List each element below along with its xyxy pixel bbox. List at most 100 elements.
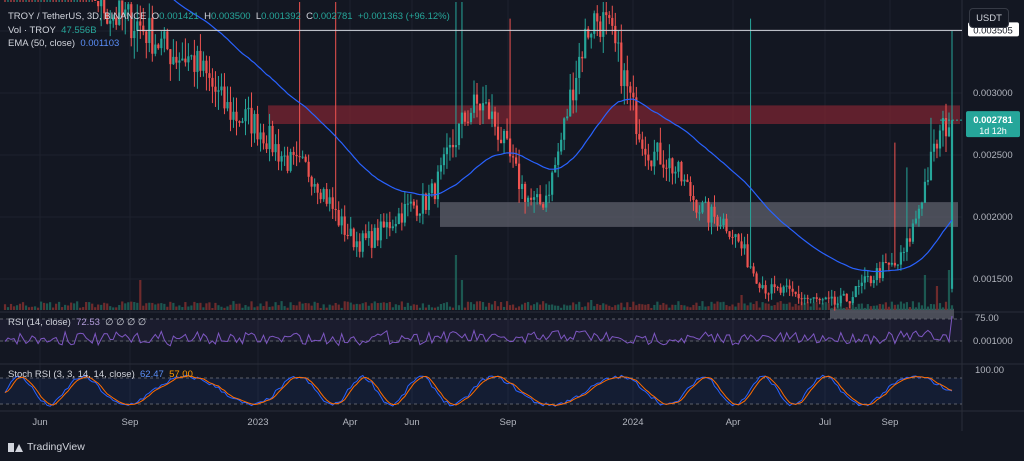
volume-bar — [611, 307, 614, 310]
candle-body — [382, 221, 385, 228]
candle-body — [469, 112, 473, 123]
volume-bar — [767, 303, 770, 310]
volume-bar — [779, 301, 782, 310]
candle-body — [737, 234, 740, 242]
volume-bar — [205, 303, 208, 310]
candle-body — [680, 161, 683, 182]
volume-bar — [749, 302, 752, 310]
volume-bar — [45, 303, 49, 310]
volume-bar — [502, 306, 506, 310]
candle-body — [322, 189, 325, 200]
candle-body — [523, 183, 527, 202]
volume-bar — [103, 302, 106, 310]
volume-bar — [581, 307, 584, 310]
candle-body — [376, 227, 379, 241]
candle-body — [433, 183, 437, 200]
candle-body — [196, 50, 199, 72]
candle-body — [728, 231, 731, 237]
candle-body — [253, 113, 256, 134]
volume-bar — [623, 307, 626, 310]
candle-body — [445, 147, 449, 155]
currency-button[interactable]: USDT — [969, 8, 1009, 28]
volume-bar — [367, 305, 370, 310]
candle-body — [893, 262, 896, 266]
candle-body — [551, 172, 554, 195]
candle-body — [746, 244, 749, 268]
candle-body — [542, 204, 545, 208]
time-axis: Jun Sep 2023 Apr Jun Sep 2024 Apr Jul Sep — [32, 417, 898, 428]
candle-body — [662, 164, 665, 168]
candle-body — [884, 262, 887, 264]
volume-bar — [932, 304, 936, 310]
candle-body — [166, 31, 169, 50]
candle-body — [181, 58, 184, 61]
volume-bar — [866, 304, 869, 310]
candle-body — [686, 179, 689, 182]
volume-bar — [238, 303, 241, 310]
volume-bar — [758, 307, 761, 310]
candle-body — [448, 144, 452, 148]
candle-body — [259, 132, 262, 140]
volume-bar — [190, 305, 193, 310]
volume-bar — [487, 302, 491, 310]
candle-body — [923, 181, 927, 203]
volume-bar — [731, 304, 734, 310]
volume-bar — [875, 305, 878, 310]
volume-bar — [809, 306, 812, 310]
candle-body — [262, 132, 265, 144]
price-axis-label: 0.002000 — [973, 212, 1013, 223]
candle-body — [499, 139, 503, 144]
volume-bar — [872, 305, 875, 310]
volume-bar — [638, 303, 641, 310]
volume-bar — [635, 305, 638, 310]
zone-resistance — [268, 105, 960, 124]
volume-bar — [584, 306, 587, 310]
candle-body — [611, 17, 614, 26]
volume-bar — [151, 302, 154, 310]
candle-body — [779, 287, 782, 293]
candle-body — [463, 112, 467, 122]
stoch-axis-label: 100.00 — [975, 365, 1004, 376]
volume-bar — [307, 303, 310, 310]
volume-bar — [187, 306, 190, 310]
volume-bar — [887, 306, 890, 310]
volume-bar — [683, 305, 686, 310]
volume-bar — [713, 303, 716, 310]
candle-body — [301, 156, 304, 158]
volume-value: 47.556B — [61, 25, 97, 36]
volume-bar — [160, 303, 163, 310]
candle-body — [298, 156, 301, 158]
volume-bar — [376, 303, 379, 310]
volume-bar — [55, 303, 58, 310]
volume-bar — [454, 255, 458, 310]
price-axis-label: 0.001000 — [973, 336, 1013, 347]
volume-bar — [310, 305, 313, 310]
tradingview-logo[interactable]: TradingView — [8, 441, 85, 453]
volume-bar — [319, 307, 322, 310]
volume-bar — [632, 301, 635, 310]
candle-body — [773, 284, 776, 288]
volume-bar — [539, 304, 542, 310]
candle-body — [875, 268, 878, 281]
price-chart[interactable]: 75.00 100.00 0.0050000.0045000.0040000.0… — [0, 0, 1024, 461]
candle-body — [388, 222, 391, 229]
volume-bar — [947, 270, 951, 310]
volume-bar — [469, 302, 473, 310]
volume-bar — [548, 304, 551, 310]
candle-body — [620, 42, 623, 87]
volume-bar — [127, 302, 130, 310]
candle-body — [572, 89, 575, 101]
candle-body — [653, 151, 656, 167]
volume-bar — [358, 304, 361, 310]
volume-bar — [295, 305, 298, 310]
volume-bar — [869, 306, 872, 310]
candle-body — [776, 287, 779, 289]
candle-body — [920, 202, 924, 209]
candle-body — [860, 282, 863, 287]
volume-bar — [860, 303, 863, 310]
volume-bar — [478, 301, 482, 310]
volume-bar — [67, 305, 70, 310]
candle-body — [533, 197, 536, 200]
candle-body — [385, 222, 388, 228]
candle-body — [232, 111, 235, 120]
